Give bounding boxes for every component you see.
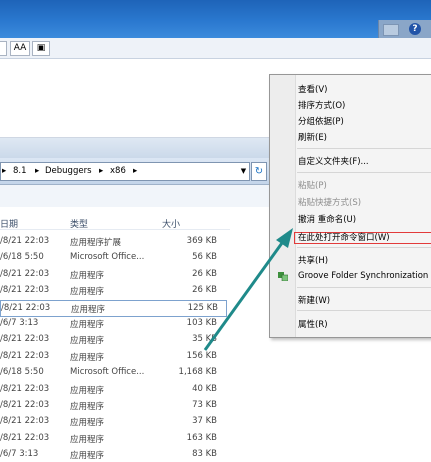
cell-size: 35 KB bbox=[192, 334, 217, 345]
menu-icon-gutter bbox=[270, 75, 296, 337]
refresh-icon[interactable]: ↻ bbox=[251, 162, 267, 181]
table-row[interactable]: /6/18 5:50 Microsoft Office... 56 KB bbox=[0, 250, 225, 265]
cell-date: /8/21 22:03 bbox=[1, 302, 51, 313]
cell-size: 156 KB bbox=[186, 350, 217, 361]
cell-date: /8/21 22:03 bbox=[0, 285, 50, 296]
cell-size: 125 KB bbox=[187, 302, 218, 313]
menu-item-paste-shortcut[interactable]: 粘贴快捷方式(S) bbox=[298, 196, 361, 208]
table-row[interactable]: /8/21 22:03 应用程序 163 KB bbox=[0, 431, 225, 446]
cell-date: /6/18 5:50 bbox=[0, 367, 44, 378]
table-row[interactable]: /8/21 22:03 应用程序 40 KB bbox=[0, 382, 225, 397]
cell-date: /8/21 22:03 bbox=[0, 268, 50, 279]
table-row[interactable]: /6/18 5:50 Microsoft Office... 1,168 KB bbox=[0, 365, 225, 380]
breadcrumb-item-x86[interactable]: x86 bbox=[110, 166, 126, 176]
cell-type: 应用程序 bbox=[70, 336, 105, 347]
menu-separator bbox=[297, 287, 431, 288]
address-dropdown-button[interactable]: ▼ bbox=[238, 162, 250, 181]
cell-date: /6/7 3:13 bbox=[0, 449, 39, 460]
menu-item-paste[interactable]: 粘贴(P) bbox=[298, 179, 327, 191]
cell-date: /8/21 22:03 bbox=[0, 416, 50, 427]
cell-type: 应用程序 bbox=[71, 304, 106, 315]
cell-date: /8/21 22:03 bbox=[0, 400, 50, 410]
breadcrumb-separator: ▸ bbox=[35, 166, 40, 176]
help-icon[interactable]: ? bbox=[409, 23, 421, 35]
menu-separator bbox=[297, 310, 431, 311]
cell-size: 26 KB bbox=[192, 285, 217, 296]
breadcrumb-item-8-1[interactable]: 8.1 bbox=[13, 166, 27, 176]
menu-item-undo-rename[interactable]: 撤消 重命名(U) bbox=[298, 213, 356, 225]
cell-date: /8/21 22:03 bbox=[0, 334, 50, 345]
menu-separator bbox=[297, 148, 431, 149]
cell-size: 26 KB bbox=[192, 268, 217, 279]
context-menu: 查看(V) 排序方式(O) 分组依据(P) 刷新(E) 自定义文件夹(F)...… bbox=[269, 74, 431, 338]
table-row[interactable]: /8/21 22:03 应用程序 35 KB bbox=[0, 332, 225, 347]
preview-pane-button[interactable]: ▣ bbox=[32, 41, 50, 56]
cell-type: 应用程序 bbox=[70, 434, 105, 445]
menu-separator bbox=[297, 172, 431, 173]
table-row[interactable]: /8/21 22:03 应用程序 26 KB bbox=[0, 267, 225, 282]
breadcrumb-separator: ▸ bbox=[133, 166, 138, 176]
menu-item-refresh[interactable]: 刷新(E) bbox=[298, 131, 327, 143]
menu-item-properties[interactable]: 属性(R) bbox=[298, 318, 328, 330]
table-row[interactable]: /8/21 22:03 应用程序 125 KB bbox=[0, 299, 227, 317]
table-row[interactable]: /8/21 22:03 应用程序 156 KB bbox=[0, 349, 225, 364]
menu-item-share[interactable]: 共享(H) bbox=[298, 254, 328, 266]
cell-type: 应用程序 bbox=[70, 402, 105, 412]
toolbar: AA ▣ bbox=[0, 38, 431, 59]
cell-type: Microsoft Office... bbox=[70, 252, 145, 263]
header-divider bbox=[0, 229, 230, 230]
table-row[interactable]: /6/7 3:13 应用程序 83 KB bbox=[0, 447, 225, 462]
groove-sync-icon bbox=[278, 272, 288, 281]
cell-type: 应用程序 bbox=[70, 385, 105, 396]
cell-type: 应用程序扩展 bbox=[70, 238, 122, 248]
table-row[interactable]: /8/21 22:03 应用程序 73 KB bbox=[0, 398, 225, 413]
cell-date: /8/21 22:03 bbox=[0, 383, 50, 394]
window-title-bar bbox=[0, 0, 431, 38]
cell-date: /6/18 5:50 bbox=[0, 252, 44, 263]
table-row[interactable]: /8/21 22:03 应用程序 26 KB bbox=[0, 283, 225, 298]
menu-item-view[interactable]: 查看(V) bbox=[298, 83, 327, 95]
cell-date: /8/21 22:03 bbox=[0, 432, 50, 443]
cell-size: 37 KB bbox=[192, 416, 217, 427]
cell-size: 163 KB bbox=[186, 432, 217, 443]
cell-type: 应用程序 bbox=[70, 270, 105, 281]
cell-size: 56 KB bbox=[192, 252, 217, 263]
cell-size: 103 KB bbox=[186, 318, 217, 328]
cell-type: Microsoft Office... bbox=[70, 367, 145, 378]
font-size-button[interactable]: AA bbox=[10, 41, 30, 56]
cell-size: 83 KB bbox=[192, 449, 217, 460]
menu-item-new[interactable]: 新建(W) bbox=[298, 294, 330, 306]
menu-item-groove-sync[interactable]: Groove Folder Synchronization bbox=[298, 271, 428, 281]
window-controls: ? bbox=[378, 20, 431, 38]
breadcrumb-separator: ▸ bbox=[99, 166, 104, 176]
table-row[interactable]: /6/7 3:13 应用程序 103 KB bbox=[0, 316, 225, 331]
menu-item-group[interactable]: 分组依据(P) bbox=[298, 115, 344, 127]
menu-separator bbox=[297, 247, 431, 248]
menu-item-customize-folder[interactable]: 自定义文件夹(F)... bbox=[298, 155, 369, 167]
menu-item-sort[interactable]: 排序方式(O) bbox=[298, 99, 345, 111]
cell-date: /8/21 22:03 bbox=[0, 236, 50, 246]
cell-size: 73 KB bbox=[192, 400, 217, 410]
cell-size: 369 KB bbox=[186, 236, 217, 246]
breadcrumb-separator: ▸ bbox=[2, 166, 7, 176]
cell-type: 应用程序 bbox=[70, 418, 105, 429]
toolbar-button-partial[interactable] bbox=[0, 41, 7, 56]
cell-type: 应用程序 bbox=[70, 287, 105, 298]
cell-type: 应用程序 bbox=[70, 451, 105, 462]
table-row[interactable]: /8/21 22:03 应用程序扩展 369 KB bbox=[0, 234, 225, 249]
cell-date: /6/7 3:13 bbox=[0, 318, 39, 328]
menu-item-open-command-window[interactable]: 在此处打开命令窗口(W) bbox=[298, 231, 390, 243]
cell-date: /8/21 22:03 bbox=[0, 350, 50, 361]
cell-size: 40 KB bbox=[192, 383, 217, 394]
cell-type: 应用程序 bbox=[70, 352, 105, 363]
breadcrumb-item-debuggers[interactable]: Debuggers bbox=[45, 166, 92, 176]
cell-size: 1,168 KB bbox=[178, 367, 217, 378]
window-view-button[interactable] bbox=[383, 24, 399, 36]
cell-type: 应用程序 bbox=[70, 320, 105, 330]
table-row[interactable]: /8/21 22:03 应用程序 37 KB bbox=[0, 414, 225, 429]
breadcrumb[interactable]: ▸ 8.1 ▸ Debuggers ▸ x86 ▸ bbox=[0, 162, 240, 181]
